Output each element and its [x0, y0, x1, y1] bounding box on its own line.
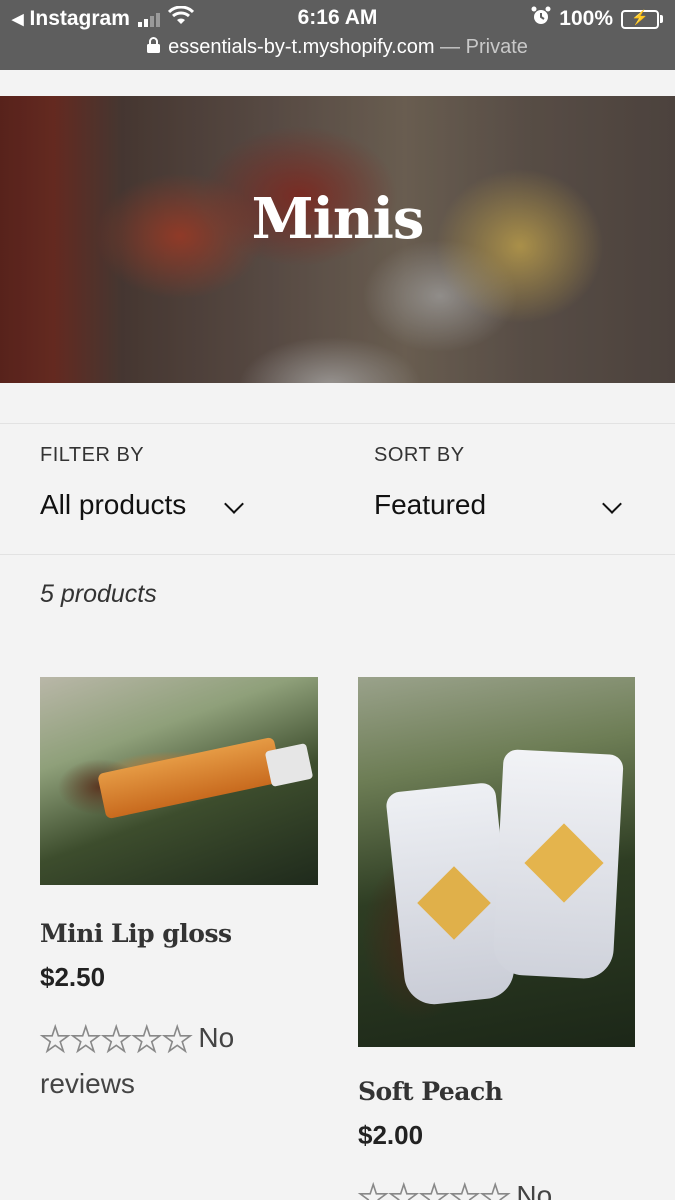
star-empty-icon: ★: [388, 1178, 420, 1200]
filter-control: FILTER BY All products: [40, 444, 250, 521]
product-card[interactable]: Mini Lip gloss $2.50 ★ ★ ★ ★ ★ No reviews: [39, 677, 318, 1107]
collection-title: Minis: [251, 186, 425, 252]
product-rating: ★ ★ ★ ★ ★ No reviews: [39, 1015, 318, 1107]
chevron-down-icon: [602, 494, 622, 514]
star-empty-icon: ★: [100, 1020, 132, 1059]
lock-icon: [147, 36, 161, 59]
star-empty-icon: ★: [357, 1178, 389, 1200]
star-empty-icon: ★: [418, 1178, 450, 1200]
star-rating: ★ ★ ★ ★ ★: [39, 1020, 193, 1059]
product-rating: ★ ★ ★ ★ ★ No: [357, 1173, 635, 1200]
alarm-icon: [531, 6, 551, 32]
star-empty-icon: ★: [39, 1020, 71, 1059]
private-label: Private: [465, 36, 528, 58]
star-empty-icon: ★: [131, 1020, 163, 1059]
status-bar: ◀ Instagram 6:16 AM 100% ⚡ essentials-by…: [0, 0, 675, 70]
collection-hero-banner: Minis: [0, 96, 675, 383]
url-separator: —: [434, 36, 466, 58]
sort-label: SORT BY: [374, 444, 465, 466]
filter-sort-bar: FILTER BY All products SORT BY Featured: [0, 423, 675, 555]
battery-icon: ⚡: [621, 9, 663, 29]
star-empty-icon: ★: [161, 1020, 193, 1059]
product-price: $2.00: [358, 1120, 424, 1150]
address-bar[interactable]: essentials-by-t.myshopify.com — Private: [0, 36, 675, 59]
chevron-down-icon: [224, 494, 244, 514]
sort-control: SORT BY Featured: [374, 444, 624, 521]
battery-percent: 100%: [559, 7, 613, 30]
product-title[interactable]: Mini Lip gloss: [40, 919, 318, 948]
filter-selected-value: All products: [40, 489, 187, 520]
filter-label: FILTER BY: [40, 444, 145, 466]
sort-select[interactable]: Featured: [374, 489, 624, 521]
star-empty-icon: ★: [479, 1178, 511, 1200]
product-image[interactable]: [358, 677, 635, 1047]
product-title[interactable]: Soft Peach: [358, 1077, 635, 1106]
star-empty-icon: ★: [449, 1178, 481, 1200]
sort-selected-value: Featured: [374, 489, 487, 520]
filter-select[interactable]: All products: [40, 489, 250, 521]
star-empty-icon: ★: [70, 1020, 102, 1059]
product-image[interactable]: [40, 677, 318, 885]
product-card[interactable]: Soft Peach $2.00 ★ ★ ★ ★ ★ No: [357, 677, 635, 1200]
product-count: 5 products: [40, 580, 157, 608]
reviews-label: No: [516, 1180, 553, 1200]
product-price: $2.50: [40, 962, 106, 992]
url-text: essentials-by-t.myshopify.com: [168, 36, 435, 58]
star-rating: ★ ★ ★ ★ ★: [357, 1178, 511, 1200]
